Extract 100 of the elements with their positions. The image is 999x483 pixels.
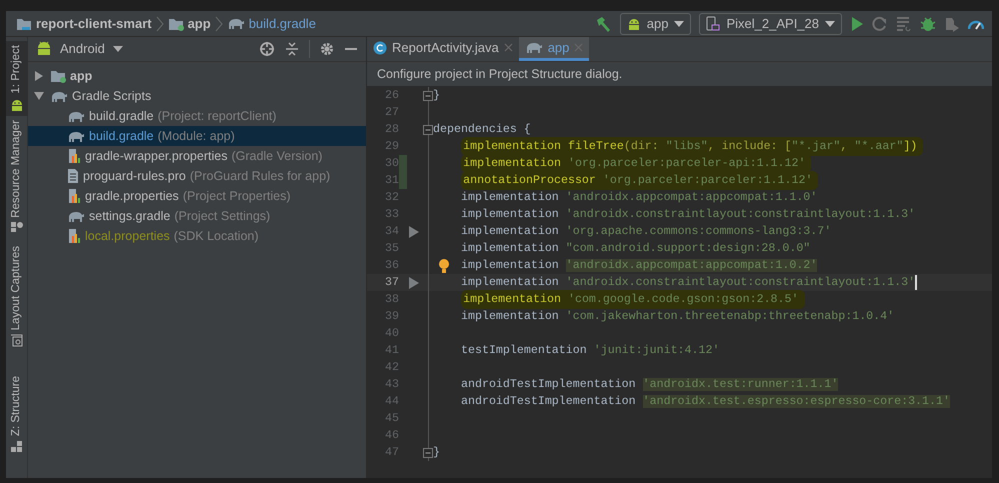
- line-number: 29: [384, 138, 399, 155]
- code-line: }: [433, 445, 440, 460]
- editor-tab[interactable]: app: [518, 37, 590, 61]
- line-number: 36: [384, 258, 399, 274]
- properties-file-icon: [67, 228, 81, 244]
- android-icon: [36, 41, 52, 57]
- code-line: androidTestImplementation 'androidx.test:runner:1.1.1': [461, 377, 838, 392]
- fold-icon[interactable]: [423, 124, 433, 134]
- breadcrumb-item[interactable]: build.gradle: [248, 14, 316, 34]
- folder-icon: [50, 69, 66, 83]
- tree-item[interactable]: build.gradle (Module: app): [28, 126, 366, 146]
- line-number: 32: [384, 190, 399, 206]
- elephant-icon: [67, 130, 85, 142]
- chevron-icon: [156, 16, 164, 32]
- lightbulb-icon[interactable]: [438, 258, 450, 274]
- line-number: 40: [384, 326, 399, 342]
- fold-icon[interactable]: [423, 448, 433, 458]
- code-line: implementation fileTree(dir: "libs", include: ["*.jar", "*.aar"]): [461, 136, 924, 156]
- line-number: 47: [384, 444, 399, 461]
- android-icon: [626, 16, 641, 30]
- line-number: 34: [384, 224, 399, 240]
- collapse-all-icon[interactable]: [285, 41, 299, 57]
- code-line: implementation "com.android.support:design:28.0.0": [461, 241, 810, 256]
- elephant-icon: [524, 41, 543, 54]
- folder-icon[interactable]: [16, 16, 32, 30]
- code-line: dependencies {: [433, 122, 531, 137]
- tree-item[interactable]: Gradle Scripts: [28, 86, 366, 106]
- run-configuration-dropdown[interactable]: app: [620, 12, 692, 34]
- tool-window-tab[interactable]: Z: Structure: [6, 372, 28, 458]
- line-number: 30: [384, 156, 399, 172]
- notification-text: Configure project in Project Structure dialog.: [367, 62, 992, 87]
- structure-icon: [10, 440, 24, 454]
- code-line: androidTestImplementation 'androidx.test.espresso:espresso-core:3.1.1': [461, 394, 950, 409]
- line-number: 43: [384, 376, 399, 393]
- tool-window-tab[interactable]: Resource Manager: [6, 116, 28, 238]
- breadcrumb-item[interactable]: app: [188, 14, 211, 34]
- code-line: }: [433, 88, 440, 103]
- elephant-icon: [50, 90, 68, 102]
- settings-icon[interactable]: [320, 42, 334, 56]
- tree-item[interactable]: settings.gradle (Project Settings): [28, 206, 366, 226]
- line-number: 38: [384, 292, 399, 308]
- tree-item[interactable]: local.properties (SDK Location): [28, 226, 366, 246]
- code-line: implementation 'com.jakewharton.threetenabp:threetenabp:1.0.4': [461, 309, 894, 324]
- line-number: 31: [384, 172, 399, 189]
- properties-file-icon: [67, 148, 81, 164]
- properties-file-icon: [67, 188, 81, 204]
- folder-icon[interactable]: [168, 16, 184, 30]
- tree-item[interactable]: proguard-rules.pro (ProGuard Rules for app): [28, 166, 366, 186]
- elephant-icon[interactable]: [226, 17, 245, 30]
- device-dropdown[interactable]: Pixel_2_API_28: [699, 12, 842, 34]
- code-line: implementation 'com.google.code.gson:gson:2.8.5': [461, 290, 804, 310]
- caret-icon: [825, 20, 835, 26]
- apply-code-changes-icon[interactable]: [896, 16, 912, 32]
- caret-icon: [112, 46, 123, 52]
- fold-icon[interactable]: [423, 90, 433, 100]
- line-number: 45: [384, 410, 399, 427]
- code-line: implementation 'androidx.appcompat:appcompat:1.0.2': [461, 258, 818, 273]
- shapes-icon: [10, 221, 24, 234]
- code-line: implementation 'androidx.appcompat:appcompat:1.1.0': [461, 190, 818, 205]
- line-number: 37: [384, 274, 399, 291]
- expanded-arrow-icon[interactable]: [34, 91, 44, 101]
- line-number: 28: [384, 122, 399, 138]
- layout-capture-icon: [10, 334, 24, 348]
- tool-window-tab[interactable]: Layout Captures: [6, 242, 28, 352]
- code-line: testImplementation 'junit:junit:4.12': [461, 343, 720, 358]
- run-icon[interactable]: [850, 16, 864, 32]
- debug-icon[interactable]: [920, 16, 936, 32]
- class-icon: [373, 40, 387, 54]
- line-number: 44: [384, 394, 399, 410]
- collapsed-arrow-icon[interactable]: [34, 71, 44, 81]
- tool-window-tab[interactable]: 1: Project: [6, 41, 28, 116]
- tree-item[interactable]: app: [28, 66, 366, 86]
- run-gutter-icon[interactable]: [408, 276, 418, 288]
- caret-icon: [674, 20, 684, 26]
- line-number: 35: [384, 240, 399, 257]
- tree-item[interactable]: gradle.properties (Project Properties): [28, 186, 366, 206]
- tree-item[interactable]: gradle-wrapper.properties (Gradle Version): [28, 146, 366, 166]
- line-number: 26: [384, 88, 399, 104]
- elephant-icon: [67, 110, 85, 122]
- code-line: implementation 'org.apache.commons:commons-lang3:3.7': [461, 224, 832, 239]
- run-gutter-icon[interactable]: [408, 226, 418, 238]
- line-number: 39: [384, 308, 399, 325]
- line-number: 33: [384, 206, 399, 223]
- device-icon: [706, 16, 720, 32]
- code-line: implementation 'androidx.constraintlayout:constraintlayout:1.1.3': [461, 275, 916, 290]
- line-number: 41: [384, 342, 399, 359]
- line-number: 42: [384, 360, 399, 376]
- breadcrumb-item[interactable]: report-client-smart: [36, 14, 152, 34]
- editor-tab[interactable]: ReportActivity.java: [367, 37, 519, 61]
- code-line: annotationProcessor 'org.parceler:parceler:1.1.12': [461, 170, 818, 190]
- text-file-icon: [67, 168, 79, 184]
- line-number: 46: [384, 428, 399, 444]
- view-dropdown[interactable]: Android: [36, 39, 123, 59]
- chevron-icon: [214, 16, 223, 32]
- android-icon: [10, 98, 24, 112]
- code-line: implementation 'androidx.constraintlayout:constraintlayout:1.1.3': [461, 207, 916, 222]
- apply-changes-icon[interactable]: [872, 16, 888, 32]
- locate-icon[interactable]: [259, 41, 275, 57]
- tree-item[interactable]: build.gradle (Project: reportClient): [28, 106, 366, 126]
- attach-debugger-icon[interactable]: [944, 16, 960, 32]
